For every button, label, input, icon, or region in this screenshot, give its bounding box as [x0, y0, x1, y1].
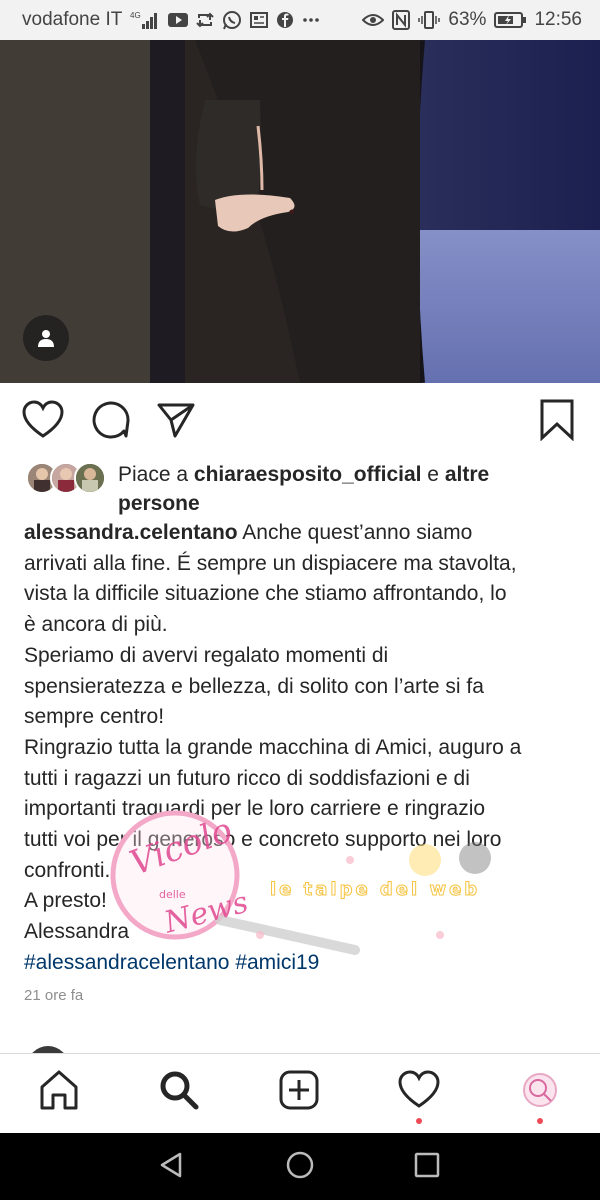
likes-others-2[interactable]: persone	[118, 492, 200, 515]
post-image	[0, 40, 600, 383]
back-button[interactable]	[156, 1151, 188, 1183]
network-type-label: 4G	[130, 11, 141, 20]
profile-notification-dot	[537, 1118, 543, 1124]
status-left: vodafone IT 4G	[22, 9, 362, 31]
nav-activity[interactable]	[397, 1069, 441, 1115]
eye-icon	[362, 12, 385, 28]
nav-profile[interactable]	[518, 1070, 562, 1114]
heart-icon	[398, 1069, 440, 1115]
caption-line: vista la difficile situazione che stiamo…	[24, 582, 507, 606]
liker-avatars	[26, 462, 106, 496]
profile-avatar	[522, 1072, 558, 1113]
caption-line: alessandra.celentano Anche quest’anno si…	[24, 518, 584, 549]
caption-line: tutti i ragazzi un futuro ricco di soddi…	[24, 766, 470, 790]
user-tag-icon	[36, 328, 56, 348]
circle-icon	[286, 1151, 314, 1184]
whatsapp-icon	[222, 10, 242, 30]
post-photo[interactable]	[0, 40, 600, 383]
save-button[interactable]	[536, 399, 578, 446]
battery-icon	[494, 12, 527, 28]
status-right: 63% 12:56	[362, 9, 582, 31]
caption-line: Speriamo di avervi regalato momenti di	[24, 643, 389, 667]
caption-line: tutti voi per il generoso e concreto sup…	[24, 828, 502, 852]
nav-new-post[interactable]	[277, 1070, 321, 1114]
avatar	[74, 462, 106, 494]
retweet-icon	[196, 11, 215, 29]
signal-icon: 4G	[130, 10, 160, 30]
bookmark-icon	[539, 399, 575, 446]
activity-notification-dot	[416, 1118, 422, 1124]
likes-middle: e	[421, 463, 445, 486]
caption-username[interactable]: alessandra.celentano	[24, 521, 238, 544]
likes-summary[interactable]: Piace a chiaraesposito_official e altre p…	[24, 460, 584, 518]
bottom-nav	[0, 1053, 600, 1133]
vibrate-icon	[418, 10, 441, 30]
comment-icon	[90, 400, 130, 445]
heart-icon	[22, 399, 64, 445]
square-icon	[413, 1151, 441, 1184]
caption-line: è ancora di più.	[24, 613, 168, 637]
post-actions	[0, 383, 600, 461]
carrier-label: vodafone IT	[22, 9, 123, 30]
caption-line: importanti traguardi per le loro carrier…	[24, 797, 486, 821]
likes-others[interactable]: altre	[445, 463, 489, 486]
facebook-icon	[276, 11, 294, 29]
caption-line: A presto!	[24, 889, 107, 913]
likes-text: Piace a chiaraesposito_official e altre p…	[118, 460, 558, 518]
recents-button[interactable]	[411, 1151, 443, 1183]
home-icon	[38, 1069, 80, 1116]
tag-user-button[interactable]	[23, 315, 69, 361]
youtube-icon	[168, 12, 189, 28]
home-button[interactable]	[284, 1151, 316, 1183]
nav-search[interactable]	[157, 1070, 201, 1114]
send-icon	[156, 400, 196, 445]
clock: 12:56	[534, 9, 582, 30]
caption-line: arrivati alla fine. É sempre un dispiace…	[24, 551, 517, 575]
nav-home[interactable]	[37, 1070, 81, 1114]
status-bar: vodafone IT 4G 63% 12:56	[0, 0, 600, 40]
android-nav-bar	[0, 1133, 600, 1200]
comment-button[interactable]	[89, 401, 131, 443]
caption: alessandra.celentano Anche quest’anno si…	[24, 518, 584, 979]
like-button[interactable]	[22, 399, 64, 445]
liker-username[interactable]: chiaraesposito_official	[194, 463, 422, 486]
search-icon	[158, 1069, 200, 1116]
caption-line: Ringrazio tutta la grande macchina di Am…	[24, 735, 522, 759]
hashtags[interactable]: #alessandracelentano #amici19	[24, 948, 584, 979]
likes-prefix: Piace a	[118, 463, 194, 486]
back-icon	[158, 1151, 186, 1184]
caption-line: sempre centro!	[24, 705, 165, 729]
news-icon	[250, 11, 269, 29]
nfc-icon	[392, 10, 411, 30]
caption-line: spensieratezza e bellezza, di solito con…	[24, 674, 484, 698]
more-icon	[302, 17, 320, 23]
add-post-icon	[278, 1069, 320, 1116]
caption-line: Alessandra	[24, 920, 130, 944]
caption-text: Anche quest’anno siamo	[237, 521, 473, 544]
battery-percent: 63%	[448, 9, 487, 30]
caption-line: confronti.	[24, 858, 111, 882]
share-button[interactable]	[155, 401, 197, 443]
post-timestamp: 21 ore fa	[24, 987, 84, 1004]
